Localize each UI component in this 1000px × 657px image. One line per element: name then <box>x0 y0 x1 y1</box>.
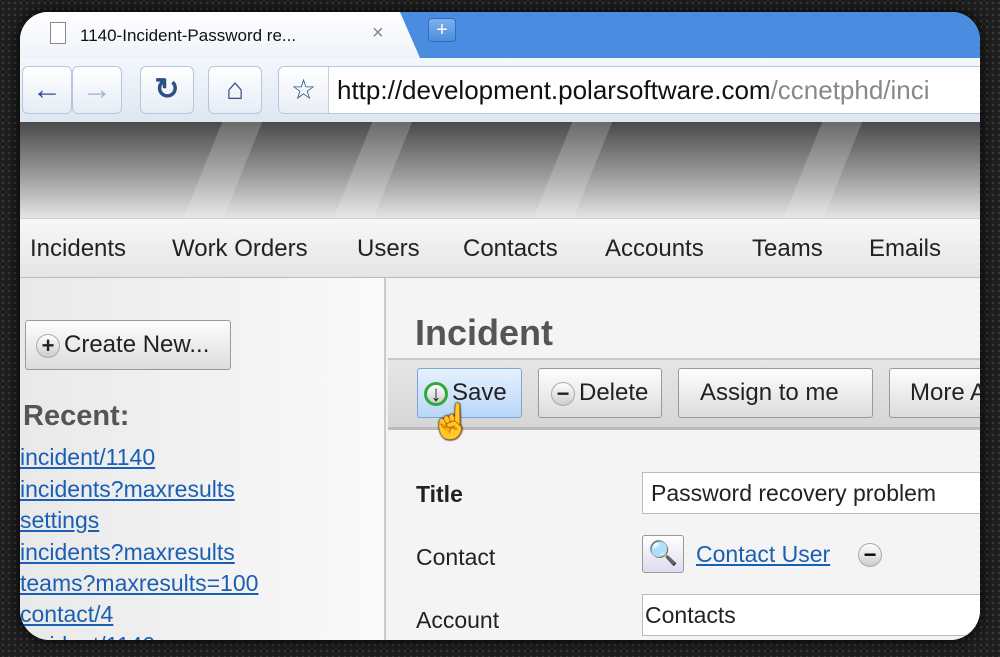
recent-link[interactable]: incident/1140 <box>20 632 155 640</box>
browser-toolbar: ← → ↻ ⌂ ☆ http://development.polarsoftwar… <box>20 58 980 122</box>
address-bar[interactable]: ☆ http://development.polarsoftware.com/cc… <box>278 66 980 114</box>
tab-title: 1140-Incident-Password re... <box>80 26 297 45</box>
recent-link[interactable]: settings <box>20 507 99 534</box>
recent-link[interactable]: contact/4 <box>20 601 113 628</box>
account-input[interactable]: Contacts <box>642 594 980 636</box>
recent-link[interactable]: incidents?maxresults <box>20 539 235 566</box>
main-nav: Incidents Work Orders Users Contacts Acc… <box>20 218 980 278</box>
page-title: Incident <box>415 312 554 353</box>
lookup-magnifier-icon[interactable]: 🔍 <box>642 535 684 573</box>
recent-heading: Recent: <box>23 400 130 432</box>
tab-strip: 1140-Incident-Password re... × + <box>20 12 980 58</box>
nav-incidents[interactable]: Incidents <box>30 235 126 263</box>
banner-stripe <box>773 122 867 218</box>
recent-link[interactable]: teams?maxresults=100 <box>20 570 258 597</box>
account-label: Account <box>416 607 500 633</box>
home-button[interactable]: ⌂ <box>208 66 262 114</box>
more-label: More A <box>910 379 980 406</box>
more-actions-button[interactable]: More A <box>889 368 980 418</box>
nav-teams[interactable]: Teams <box>752 235 823 263</box>
create-new-label: Create New... <box>64 331 210 358</box>
url-path: /ccnetphd/inci <box>770 75 930 105</box>
recent-link[interactable]: incidents?maxresults <box>20 476 235 503</box>
assign-to-me-button[interactable]: Assign to me <box>678 368 873 418</box>
nav-work-orders[interactable]: Work Orders <box>172 235 308 263</box>
close-tab-icon[interactable]: × <box>372 22 384 45</box>
assign-label: Assign to me <box>700 379 839 406</box>
reload-button[interactable]: ↻ <box>140 66 194 114</box>
main-content: Incident ↓ Save − Delete Assign to me More… <box>388 278 980 640</box>
contact-link[interactable]: Contact User <box>696 541 830 568</box>
nav-contacts[interactable]: Contacts <box>463 235 558 263</box>
contact-label: Contact <box>416 544 496 570</box>
forward-button[interactable]: → <box>72 66 122 114</box>
banner-stripe <box>173 122 267 218</box>
tab-active[interactable]: 1140-Incident-Password re... × <box>20 12 420 58</box>
delete-button[interactable]: − Delete <box>538 368 662 418</box>
minus-icon: − <box>551 381 575 406</box>
nav-accounts[interactable]: Accounts <box>605 235 704 263</box>
remove-contact-icon[interactable]: − <box>858 543 882 567</box>
hand-cursor-icon: ☝ <box>430 403 473 441</box>
browser-window: 1140-Incident-Password re... × + ← → ↻ ⌂… <box>20 12 980 640</box>
nav-users[interactable]: Users <box>357 235 420 263</box>
title-input[interactable]: Password recovery problem <box>642 472 980 514</box>
sidebar: + Create New... Recent: incident/1140 inc… <box>20 278 386 640</box>
recent-link[interactable]: incident/1140 <box>20 444 155 471</box>
banner-stripe <box>323 122 417 218</box>
banner-stripe <box>523 122 617 218</box>
create-new-button[interactable]: + Create New... <box>25 320 231 370</box>
back-button[interactable]: ← <box>22 66 72 114</box>
site-banner <box>20 122 980 218</box>
plus-icon: + <box>36 333 60 358</box>
nav-emails[interactable]: Emails <box>869 235 941 263</box>
new-tab-button[interactable]: + <box>428 18 456 42</box>
action-toolbar: ↓ Save − Delete Assign to me More A ☝ <box>388 358 980 441</box>
page-icon <box>50 22 66 44</box>
title-label: Title <box>416 481 463 507</box>
delete-label: Delete <box>579 379 649 406</box>
star-icon[interactable]: ☆ <box>279 67 329 113</box>
url-host: http://development.polarsoftware.com <box>337 75 771 105</box>
